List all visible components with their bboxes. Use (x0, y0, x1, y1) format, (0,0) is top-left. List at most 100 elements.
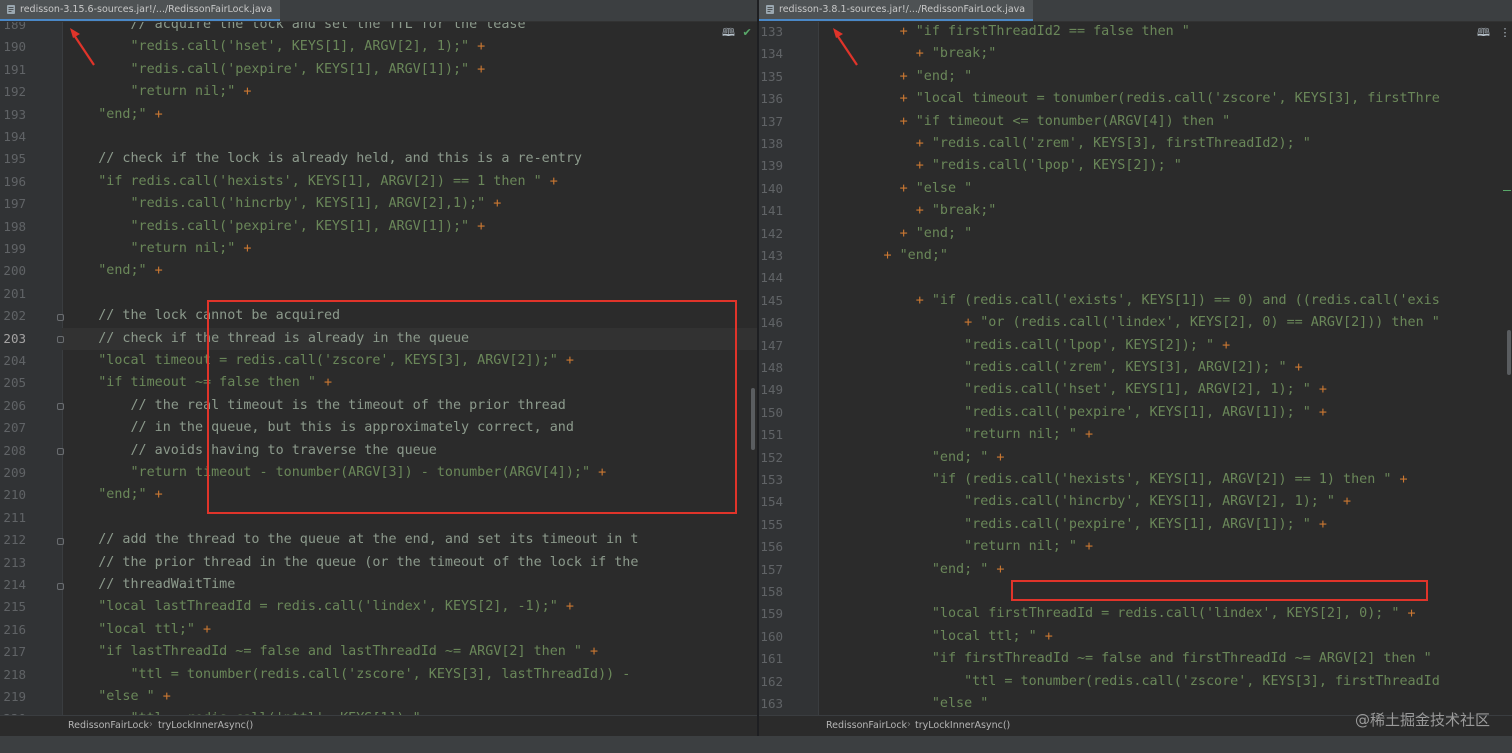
code-line[interactable]: 194 (0, 126, 757, 148)
line-number[interactable]: 208 (0, 443, 26, 458)
code-text[interactable]: // check if the lock is already held, an… (66, 151, 582, 166)
code-text[interactable]: "if firstThreadId ~= false and firstThre… (819, 651, 1432, 666)
code-text[interactable]: "redis.call('pexpire', KEYS[1], ARGV[1])… (66, 62, 493, 77)
line-number[interactable]: 209 (0, 465, 26, 480)
code-text[interactable]: "ttl = tonumber(redis.call('zscore', KEY… (819, 674, 1440, 689)
vertical-scrollbar[interactable] (1507, 330, 1511, 375)
code-line[interactable]: 162 "ttl = tonumber(redis.call('zscore',… (759, 671, 1512, 693)
code-text[interactable]: + "break;" (819, 203, 997, 218)
code-line[interactable]: 159 "local firstThreadId = redis.call('l… (759, 603, 1512, 625)
breadcrumb-method[interactable]: tryLockInnerAsync() (915, 720, 1010, 731)
code-text[interactable]: + "redis.call('zrem', KEYS[3], firstThre… (819, 136, 1311, 151)
code-text[interactable]: "if redis.call('hexists', KEYS[1], ARGV[… (66, 174, 566, 189)
code-line[interactable]: 141 + "break;" (759, 200, 1512, 222)
fold-marker[interactable] (57, 583, 64, 590)
line-number[interactable]: 156 (759, 539, 783, 554)
code-line[interactable]: 143 + "end;" (759, 245, 1512, 267)
line-number[interactable]: 211 (0, 510, 26, 525)
breadcrumb-class[interactable]: RedissonFairLock (826, 720, 907, 731)
code-text[interactable]: "local firstThreadId = redis.call('linde… (819, 606, 1416, 621)
code-text[interactable]: "redis.call('hset', KEYS[1], ARGV[2], 1)… (819, 382, 1327, 397)
tab-redisson-3-15-6[interactable]: redisson-3.15.6-sources.jar!/.../Redisso… (0, 0, 281, 21)
line-number[interactable]: 217 (0, 644, 26, 659)
line-number[interactable]: 146 (759, 315, 783, 330)
breadcrumb-class[interactable]: RedissonFairLock (68, 720, 149, 731)
code-text[interactable]: "end;" + (66, 263, 171, 278)
code-line[interactable]: 154 "redis.call('hincrby', KEYS[1], ARGV… (759, 491, 1512, 513)
code-line[interactable]: 136 + "local timeout = tonumber(redis.ca… (759, 88, 1512, 110)
code-line[interactable]: 216 "local ttl;" + (0, 619, 757, 641)
line-number[interactable]: 152 (759, 450, 783, 465)
line-number[interactable]: 144 (759, 270, 783, 285)
code-text[interactable]: + "if timeout <= tonumber(ARGV[4]) then … (819, 114, 1231, 129)
line-number[interactable]: 207 (0, 420, 26, 435)
line-number[interactable]: 158 (759, 584, 783, 599)
line-number[interactable]: 214 (0, 577, 26, 592)
line-number[interactable]: 147 (759, 338, 783, 353)
code-line[interactable]: 214 // threadWaitTime (0, 574, 757, 596)
code-text[interactable]: + "or (redis.call('lindex', KEYS[2], 0) … (819, 315, 1440, 330)
code-line[interactable]: 134 + "break;" (759, 43, 1512, 65)
code-line[interactable]: 153 "if (redis.call('hexists', KEYS[1], … (759, 469, 1512, 491)
code-line[interactable]: 200 "end;" + (0, 260, 757, 282)
line-number[interactable]: 193 (0, 107, 26, 122)
code-text[interactable]: "if (redis.call('hexists', KEYS[1], ARGV… (819, 472, 1408, 487)
line-number[interactable]: 195 (0, 151, 26, 166)
code-line[interactable]: 150 "redis.call('pexpire', KEYS[1], ARGV… (759, 402, 1512, 424)
code-line[interactable]: 156 "return nil; " + (759, 536, 1512, 558)
code-text[interactable]: + "if firstThreadId2 == false then " (819, 24, 1190, 39)
line-number[interactable]: 203 (0, 331, 26, 346)
code-line[interactable]: 149 "redis.call('hset', KEYS[1], ARGV[2]… (759, 379, 1512, 401)
line-number[interactable]: 145 (759, 293, 783, 308)
code-text[interactable]: + "else " (819, 181, 973, 196)
code-line[interactable]: 144 (759, 267, 1512, 289)
more-icon[interactable]: ⋮ (1499, 26, 1510, 39)
code-line[interactable]: 190 "redis.call('hset', KEYS[1], ARGV[2]… (0, 36, 757, 58)
code-text[interactable]: "end; " + (819, 450, 1005, 465)
reader-mode-icon[interactable]: 🕮 (722, 26, 735, 39)
code-text[interactable]: // the prior thread in the queue (or the… (66, 555, 638, 570)
code-text[interactable]: "else " (819, 696, 988, 711)
code-line[interactable]: 135 + "end; " (759, 66, 1512, 88)
line-number[interactable]: 216 (0, 622, 26, 637)
code-line[interactable]: 137 + "if timeout <= tonumber(ARGV[4]) t… (759, 111, 1512, 133)
fold-marker[interactable] (57, 403, 64, 410)
line-number[interactable]: 154 (759, 494, 783, 509)
line-number[interactable]: 148 (759, 360, 783, 375)
line-number[interactable]: 135 (759, 69, 783, 84)
code-line[interactable]: 196 "if redis.call('hexists', KEYS[1], A… (0, 171, 757, 193)
line-number[interactable]: 149 (759, 382, 783, 397)
code-line[interactable]: 142 + "end; " (759, 223, 1512, 245)
code-text[interactable]: "else " + (66, 689, 179, 704)
code-line[interactable]: 138 + "redis.call('zrem', KEYS[3], first… (759, 133, 1512, 155)
code-line[interactable]: 157 "end; " + (759, 559, 1512, 581)
code-text[interactable]: "redis.call('zrem', KEYS[3], ARGV[2]); "… (819, 360, 1303, 375)
line-number[interactable]: 199 (0, 241, 26, 256)
code-line[interactable]: 148 "redis.call('zrem', KEYS[3], ARGV[2]… (759, 357, 1512, 379)
line-number[interactable]: 151 (759, 427, 783, 442)
code-text[interactable]: "return nil;" + (66, 241, 260, 256)
code-text[interactable]: "local ttl; " + (819, 629, 1053, 644)
code-line[interactable]: 140 + "else " (759, 178, 1512, 200)
line-number[interactable]: 206 (0, 398, 26, 413)
code-line[interactable]: 193 "end;" + (0, 104, 757, 126)
line-number[interactable]: 192 (0, 84, 26, 99)
code-text[interactable]: "redis.call('pexpire', KEYS[1], ARGV[1])… (819, 405, 1327, 420)
code-line[interactable]: 133 + "if firstThreadId2 == false then " (759, 21, 1512, 43)
code-line[interactable]: 146 + "or (redis.call('lindex', KEYS[2],… (759, 312, 1512, 334)
line-number[interactable]: 202 (0, 308, 26, 323)
line-number[interactable]: 155 (759, 517, 783, 532)
line-number[interactable]: 198 (0, 219, 26, 234)
line-number[interactable]: 213 (0, 555, 26, 570)
code-line[interactable]: 191 "redis.call('pexpire', KEYS[1], ARGV… (0, 59, 757, 81)
code-text[interactable]: "redis.call('lpop', KEYS[2]); " + (819, 338, 1230, 353)
code-line[interactable]: 199 "return nil;" + (0, 238, 757, 260)
line-number[interactable]: 138 (759, 136, 783, 151)
line-number[interactable]: 161 (759, 651, 783, 666)
line-number[interactable]: 200 (0, 263, 26, 278)
line-number[interactable]: 150 (759, 405, 783, 420)
code-line[interactable]: 217 "if lastThreadId ~= false and lastTh… (0, 641, 757, 663)
code-text[interactable]: + "end;" (819, 248, 949, 263)
line-number[interactable]: 163 (759, 696, 783, 711)
code-text[interactable]: "redis.call('hset', KEYS[1], ARGV[2], 1)… (66, 39, 493, 54)
